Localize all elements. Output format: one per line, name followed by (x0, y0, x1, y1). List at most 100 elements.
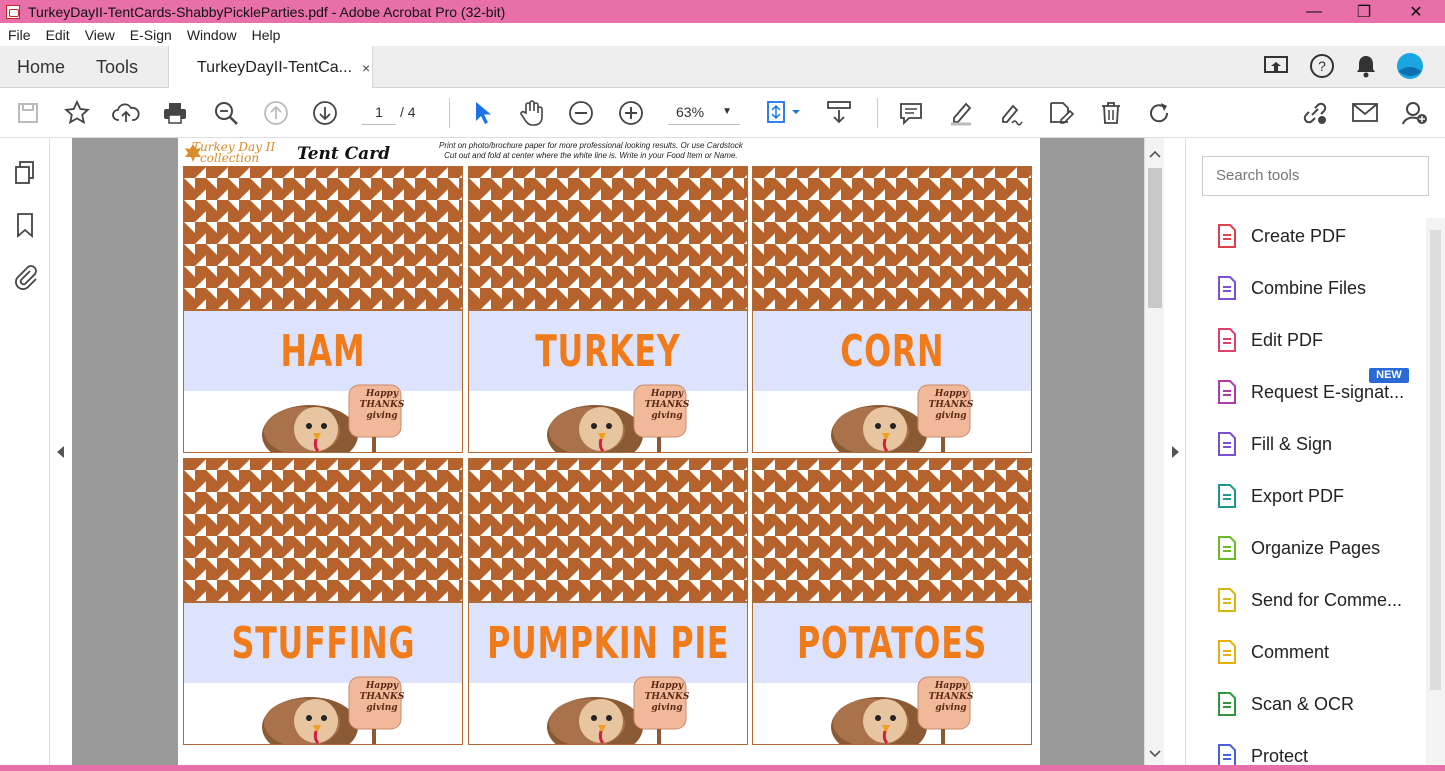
search-tools-input[interactable]: Search tools (1202, 156, 1429, 196)
pdf-page: Turkey Day II collection Tent Card Print… (178, 138, 1040, 765)
tool-item[interactable]: Comment (1186, 626, 1426, 678)
tool-label: Request E-signat... (1251, 381, 1405, 402)
header-note: Print on photo/brochure paper for more p… (439, 141, 743, 161)
tool-item[interactable]: Export PDF (1186, 470, 1426, 522)
card-label-band: POTATOES (753, 603, 1031, 683)
attachments-paperclip-icon[interactable] (12, 262, 38, 290)
menu-edit[interactable]: Edit (46, 27, 70, 43)
tool-label: Combine Files (1251, 277, 1367, 298)
sign-line: THANKS (928, 692, 974, 702)
title-bar: TurkeyDayII-TentCards-ShabbyPicklePartie… (0, 0, 1445, 23)
save-icon[interactable] (13, 98, 43, 128)
tool-item[interactable]: Organize Pages (1186, 522, 1426, 574)
collapse-left-panel[interactable] (50, 138, 72, 765)
thanksgiving-sign-text: Happy THANKS giving (356, 389, 408, 422)
email-icon[interactable] (1350, 98, 1380, 128)
tab-tools[interactable]: Tools (96, 46, 138, 88)
zoom-out-icon[interactable] (566, 98, 596, 128)
sign-line: Happy (650, 681, 684, 691)
tool-item[interactable]: Send for Comme... (1186, 574, 1426, 626)
sign-line: THANKS (359, 692, 405, 702)
thanksgiving-sign-text: Happy THANKS giving (641, 681, 693, 714)
tool-label: Create PDF (1251, 225, 1347, 246)
tent-card: PUMPKIN PIE Happy THANKS giving (468, 458, 748, 745)
tool-item[interactable]: Fill & Sign (1186, 418, 1426, 470)
hand-tool-icon[interactable] (517, 98, 547, 128)
highlight-pen-icon[interactable] (946, 98, 976, 128)
upload-cloud-icon[interactable] (111, 98, 141, 128)
zoom-level-select[interactable]: 63% ▼ (668, 99, 740, 125)
close-window-button[interactable]: ✕ (1396, 0, 1436, 23)
menu-help[interactable]: Help (252, 27, 281, 43)
tool-label: Edit PDF (1251, 329, 1324, 350)
card-label-area: CORN Happy THANKS giving (752, 310, 1032, 453)
zoom-search-icon[interactable] (211, 98, 241, 128)
tool-label: Protect (1251, 745, 1309, 766)
new-badge: NEW (1369, 368, 1409, 383)
tool-label: Comment (1251, 641, 1330, 662)
restore-button[interactable]: ❐ (1344, 0, 1384, 23)
tools-scrollbar-thumb[interactable] (1430, 230, 1441, 690)
add-user-icon[interactable] (1400, 98, 1430, 128)
menu-window[interactable]: Window (187, 27, 237, 43)
select-cursor-icon[interactable] (467, 98, 497, 128)
scroll-mode-icon[interactable] (824, 98, 854, 128)
chevron-up-icon[interactable] (1149, 150, 1161, 158)
fit-page-icon[interactable] (762, 98, 804, 128)
thanksgiving-sign-text: Happy THANKS giving (925, 389, 977, 422)
scan-ocr-icon (1218, 692, 1236, 716)
bookmarks-icon[interactable] (14, 212, 36, 238)
tool-label: Export PDF (1251, 485, 1345, 506)
card-label-band: PUMPKIN PIE (469, 603, 747, 683)
minimize-button[interactable]: — (1294, 0, 1334, 23)
zoom-in-icon[interactable] (616, 98, 646, 128)
sign-line: THANKS (359, 400, 405, 410)
tool-item[interactable]: Scan & OCR (1186, 678, 1426, 730)
tab-home[interactable]: Home (17, 46, 65, 88)
menu-view[interactable]: View (85, 27, 115, 43)
create-pdf-icon (1218, 224, 1236, 248)
chevron-down-icon[interactable] (1149, 750, 1161, 758)
comment-bubble-icon[interactable] (896, 98, 926, 128)
tent-card: TURKEY Happy THANKS giving (468, 166, 748, 453)
tab-bar: Home Tools TurkeyDayII-TentCa... × (0, 46, 1445, 89)
edit-text-icon[interactable] (1046, 98, 1076, 128)
tool-item[interactable]: Combine Files (1186, 262, 1426, 314)
document-viewer[interactable]: Turkey Day II collection Tent Card Print… (72, 138, 1144, 765)
document-tab-label: TurkeyDayII-TentCa... (197, 58, 353, 76)
menu-esign[interactable]: E-Sign (130, 27, 172, 43)
zoom-level-value: 63% (676, 104, 705, 120)
toolbar-separator (877, 98, 878, 128)
fill-sign-icon (1218, 432, 1236, 456)
share-link-icon[interactable] (1300, 98, 1330, 128)
chevron-left-icon (57, 446, 64, 458)
tool-item[interactable]: Edit PDF (1186, 314, 1426, 366)
share-screen-icon[interactable] (1262, 52, 1290, 80)
menu-file[interactable]: File (8, 27, 31, 43)
previous-page-icon[interactable] (261, 98, 291, 128)
close-tab-button[interactable]: × (362, 60, 370, 76)
page-thumbnails-icon[interactable] (13, 160, 37, 186)
draw-sign-icon[interactable] (996, 98, 1026, 128)
help-icon[interactable]: ? (1308, 52, 1336, 80)
rotate-icon[interactable] (1145, 98, 1175, 128)
tab-document[interactable]: TurkeyDayII-TentCa... × (168, 46, 373, 89)
bookmark-star-icon[interactable] (62, 98, 92, 128)
card-label-band: CORN (753, 311, 1031, 391)
collapse-right-panel[interactable] (1164, 138, 1186, 765)
next-page-icon[interactable] (310, 98, 340, 128)
sign-line: THANKS (928, 400, 974, 410)
tool-item[interactable]: Create PDF (1186, 210, 1426, 262)
page-header: Turkey Day II collection Tent Card Print… (184, 140, 1034, 166)
chevron-right-icon (1172, 446, 1179, 458)
tools-scrollbar[interactable] (1426, 218, 1445, 771)
notifications-bell-icon[interactable] (1352, 52, 1380, 80)
user-avatar-icon[interactable] (1396, 52, 1424, 80)
header-logo-line2: collection (200, 151, 260, 165)
delete-trash-icon[interactable] (1096, 98, 1126, 128)
scrollbar-thumb[interactable] (1148, 168, 1162, 308)
document-scrollbar[interactable] (1144, 138, 1164, 765)
print-icon[interactable] (160, 98, 190, 128)
page-number-input[interactable]: 1 (362, 99, 396, 125)
tool-label: Scan & OCR (1251, 693, 1355, 714)
